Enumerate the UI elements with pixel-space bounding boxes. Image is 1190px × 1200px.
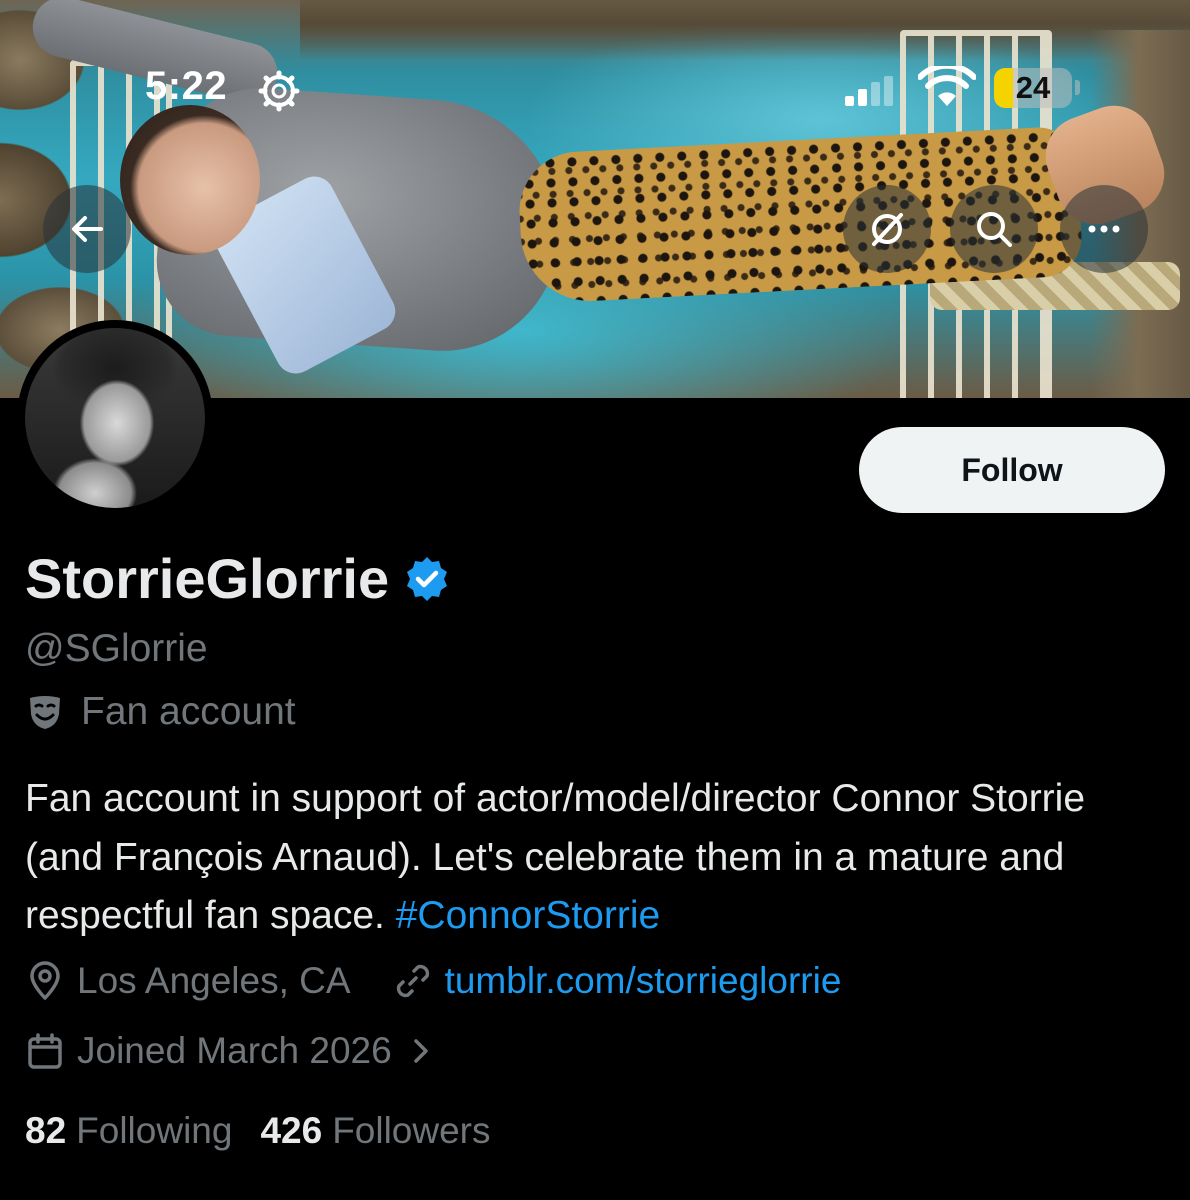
joined-date: Joined March 2026 — [77, 1030, 392, 1071]
bio-hashtag-link[interactable]: #ConnorStorrie — [396, 894, 660, 937]
status-time: 5:22 — [145, 64, 228, 108]
following-link[interactable]: 82 Following — [25, 1110, 232, 1152]
display-name-row: StorrieGlorrie — [25, 546, 451, 611]
wifi-icon — [918, 66, 976, 106]
follow-counts: 82 Following 426 Followers — [25, 1110, 491, 1152]
back-button[interactable] — [43, 185, 131, 273]
search-icon — [977, 212, 1012, 247]
grok-icon — [872, 213, 903, 246]
followers-label: Followers — [332, 1110, 491, 1151]
joined-date-row[interactable]: Joined March 2026 — [25, 1030, 446, 1072]
arrow-left-icon — [72, 216, 103, 242]
follow-button[interactable]: Follow — [859, 427, 1165, 513]
category-label: Fan account — [81, 690, 296, 733]
user-handle: @SGlorrie — [25, 627, 208, 670]
location-text: Los Angeles, CA — [77, 960, 351, 1001]
banner-rocks-top — [300, 0, 1190, 60]
location-pin-icon — [30, 961, 60, 1000]
profile-meta-row: Los Angeles, CA tumblr.com/storrieglorri… — [25, 960, 841, 1002]
followers-count: 426 — [260, 1110, 323, 1151]
battery-level: 24 — [1015, 70, 1051, 105]
followers-link[interactable]: 426 Followers — [260, 1110, 490, 1152]
account-category: Fan account — [25, 690, 296, 734]
grok-button[interactable] — [843, 185, 931, 273]
battery-indicator: 24 — [994, 68, 1072, 108]
display-name: StorrieGlorrie — [25, 547, 390, 610]
banner-figure-head — [120, 105, 260, 255]
more-options-button[interactable] — [1060, 185, 1148, 273]
theater-mask-icon — [30, 696, 60, 729]
verified-badge-icon[interactable] — [403, 555, 451, 603]
following-label: Following — [76, 1110, 233, 1151]
website-link[interactable]: tumblr.com/storrieglorrie — [445, 960, 842, 1002]
cellular-signal-icon — [845, 76, 893, 106]
search-button[interactable] — [950, 185, 1038, 273]
settings-gear-icon — [258, 70, 300, 112]
link-icon — [396, 964, 429, 998]
profile-avatar[interactable] — [17, 320, 213, 516]
following-count: 82 — [25, 1110, 67, 1151]
chevron-right-icon — [413, 1039, 428, 1063]
avatar-photo — [25, 328, 205, 508]
more-horizontal-icon — [1088, 225, 1120, 233]
profile-bio: Fan account in support of actor/model/di… — [25, 770, 1145, 946]
calendar-icon — [28, 1033, 62, 1069]
battery-tip — [1075, 80, 1080, 95]
